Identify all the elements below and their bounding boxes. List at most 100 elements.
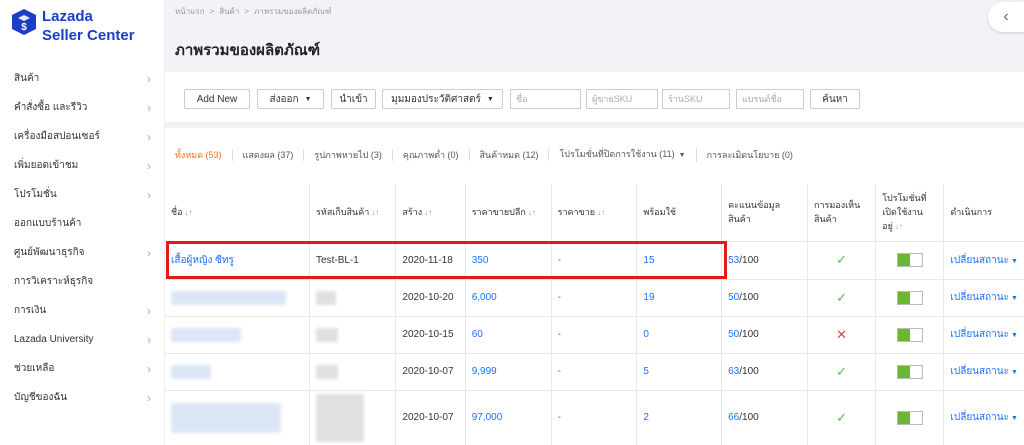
actions-cell: เปลี่ยนสถานะ ▼ — [943, 279, 1024, 317]
sidebar: $ Lazada Seller Center สินค้า › คำสั่งซื้อ… — [0, 0, 165, 445]
sidebar-item[interactable]: การเงิน › — [0, 296, 165, 325]
sale-price[interactable]: - — [551, 279, 638, 317]
table-row: เสื้อผู้หญิง ซีทรู Test-BL-1 2020-11-18 350… — [165, 241, 1024, 280]
col-sale-price[interactable]: ราคาขาย ↓↑ — [551, 184, 638, 242]
chevron-right-icon: › — [147, 71, 151, 86]
status-tab[interactable]: ทั้งหมด (53) — [165, 149, 233, 161]
content-score[interactable]: 63/100 — [721, 353, 809, 391]
promo-toggle[interactable] — [896, 253, 923, 267]
sale-price[interactable]: - — [551, 316, 638, 354]
sidebar-item-label: ช่วยเหลือ — [14, 363, 55, 374]
col-sku[interactable]: รหัสเก็บสินค้า ↓↑ — [309, 184, 397, 242]
history-view-dropdown[interactable]: มุมมองประวัติศาสตร์ ▼ — [382, 89, 503, 109]
logo-line-1: Lazada — [42, 8, 93, 25]
col-name[interactable]: ชื่อ ↓↑ — [165, 184, 311, 242]
retail-price[interactable]: 60 — [465, 316, 552, 354]
import-button[interactable]: นำเข้า — [331, 89, 376, 109]
sale-price[interactable]: - — [551, 353, 638, 391]
sort-icon: ↓↑ — [894, 222, 903, 232]
status-tab[interactable]: แสดงผล (37) — [233, 149, 305, 161]
promo-toggle[interactable] — [896, 364, 923, 379]
table-row: 2020-10-20 6,000-19 50/100 ✓ เปลี่ยนสถานะ ▼ — [165, 279, 1024, 317]
search-button[interactable]: ค้นหา — [810, 89, 860, 109]
brand-input[interactable]: แบรนด์ชื่อ — [736, 89, 804, 109]
change-status-dropdown[interactable]: เปลี่ยนสถานะ ▼ — [950, 412, 1018, 423]
caret-down-icon: ▼ — [1011, 257, 1018, 265]
available-qty[interactable]: 2 — [636, 390, 723, 445]
col-available[interactable]: พร้อมใช้ — [636, 184, 723, 242]
breadcrumb-products[interactable]: สินค้า — [219, 7, 239, 16]
product-name-link[interactable]: เสื้อผู้หญิง ซีทรู — [171, 255, 234, 266]
export-dropdown[interactable]: ส่งออก ▼ — [257, 89, 324, 109]
seller-sku-input[interactable]: ผู้ขายSKU — [586, 89, 658, 109]
collapse-button[interactable]: ‹ — [988, 2, 1024, 32]
redacted-sku — [316, 364, 339, 379]
sidebar-item[interactable]: คำสั่งซื้อ และรีวิว › — [0, 93, 165, 122]
table-row: 2020-10-07 97,000-2 66/100 ✓ เปลี่ยนสถานะ ▼ — [165, 390, 1024, 445]
content-score[interactable]: 50/100 — [721, 279, 809, 317]
created-date: 2020-10-15 — [395, 316, 466, 354]
sidebar-item-label: ศูนย์พัฒนาธุรกิจ — [14, 247, 85, 258]
available-qty[interactable]: 15 — [636, 241, 723, 280]
status-tab[interactable]: โปรโมชั่นที่ปิดการใช้งาน (11) ▼ — [549, 148, 697, 162]
sale-price[interactable]: - — [551, 390, 638, 445]
col-retail-price-label: ราคาขายปลีก — [471, 207, 526, 218]
sidebar-item[interactable]: โปรโมชั่น › — [0, 180, 165, 209]
retail-price[interactable]: 97,000 — [465, 390, 552, 445]
status-tab-label: แสดงผล (37) — [242, 150, 294, 160]
status-tab[interactable]: รูปภาพหายไป (3) — [304, 149, 393, 161]
sort-icon: ↓↑ — [371, 208, 380, 218]
sidebar-item[interactable]: ออกแบบร้านค้า — [0, 209, 165, 238]
change-status-dropdown[interactable]: เปลี่ยนสถานะ ▼ — [950, 366, 1018, 377]
add-new-button[interactable]: Add New — [184, 89, 250, 109]
promo-toggle-cell — [875, 316, 945, 354]
col-promo-active[interactable]: โปรโมชั่นที่เปิดใช้งานอยู่ ↓↑ — [875, 184, 945, 242]
sidebar-item-label: สินค้า — [14, 73, 40, 84]
retail-price[interactable]: 9,999 — [465, 353, 552, 391]
content-score-value: 63 — [728, 366, 740, 377]
col-retail-price[interactable]: ราคาขายปลีก ↓↑ — [465, 184, 552, 242]
sidebar-item[interactable]: สินค้า › — [0, 64, 165, 93]
sidebar-item[interactable]: Lazada University › — [0, 325, 165, 354]
content-score[interactable]: 53/100 — [721, 241, 809, 280]
created-date: 2020-10-07 — [395, 390, 466, 445]
promo-toggle[interactable] — [896, 410, 923, 425]
name-input[interactable]: ชื่อ — [510, 89, 581, 109]
lazada-logo[interactable]: $ Lazada Seller Center — [10, 8, 135, 45]
check-icon: ✓ — [807, 241, 877, 280]
col-sale-price-label: ราคาขาย — [557, 207, 596, 218]
change-status-dropdown[interactable]: เปลี่ยนสถานะ ▼ — [950, 292, 1018, 303]
retail-price[interactable]: 350 — [465, 241, 552, 280]
change-status-dropdown[interactable]: เปลี่ยนสถานะ ▼ — [950, 329, 1018, 340]
available-qty[interactable]: 0 — [636, 316, 723, 354]
promo-toggle[interactable] — [896, 290, 923, 305]
sidebar-item[interactable]: ช่วยเหลือ › — [0, 354, 165, 383]
retail-price[interactable]: 6,000 — [465, 279, 552, 317]
caret-down-icon: ▼ — [304, 95, 312, 103]
sale-price[interactable]: - — [551, 241, 638, 280]
sidebar-item[interactable]: เพิ่มยอดเข้าชม › — [0, 151, 165, 180]
sidebar-item[interactable]: การวิเคราะห์ธุรกิจ — [0, 267, 165, 296]
status-tab[interactable]: คุณภาพต่ำ (0) — [393, 149, 470, 161]
status-tab[interactable]: สินค้าหมด (12) — [470, 149, 550, 161]
sidebar-item[interactable]: บัญชีของฉัน › — [0, 383, 165, 412]
content-score-suffix: /100 — [739, 412, 759, 423]
breadcrumb-home[interactable]: หน้าแรก — [175, 7, 205, 16]
chevron-right-icon: › — [147, 332, 151, 347]
content-score[interactable]: 66/100 — [721, 390, 809, 445]
available-qty[interactable]: 19 — [636, 279, 723, 317]
sort-icon: ↓↑ — [527, 208, 536, 218]
status-tab[interactable]: การละเมิดนโยบาย (0) — [697, 149, 803, 161]
caret-down-icon: ▼ — [1011, 295, 1018, 302]
promo-toggle[interactable] — [896, 327, 923, 342]
available-qty[interactable]: 5 — [636, 353, 723, 391]
sidebar-item[interactable]: ศูนย์พัฒนาธุรกิจ › — [0, 238, 165, 267]
change-status-dropdown[interactable]: เปลี่ยนสถานะ ▼ — [950, 255, 1018, 266]
content-score[interactable]: 50/100 — [721, 316, 809, 354]
col-created[interactable]: สร้าง ↓↑ — [395, 184, 466, 242]
status-tab-label: โปรโมชั่นที่ปิดการใช้งาน (11) — [559, 149, 675, 159]
created-date: 2020-10-07 — [395, 353, 466, 391]
sidebar-item[interactable]: เครื่องมือสปอนเซอร์ › — [0, 122, 165, 151]
content-score-suffix: /100 — [739, 254, 759, 266]
shop-sku-input[interactable]: ร้านSKU — [662, 89, 730, 109]
